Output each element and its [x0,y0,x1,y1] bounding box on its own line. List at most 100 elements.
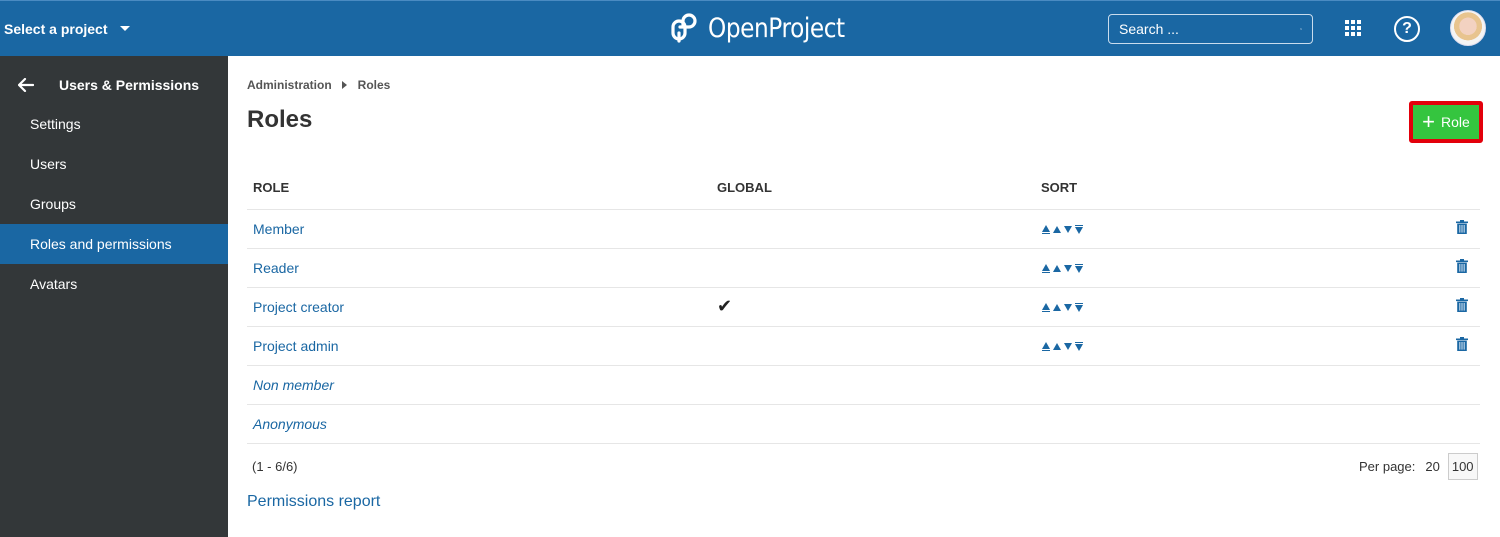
search-input[interactable] [1119,21,1300,37]
sidebar-header[interactable]: Users & Permissions [0,70,228,100]
top-header: Select a project OpenProject ? [0,0,1500,56]
openproject-logo-icon [671,13,697,43]
table-row: Project admin [247,326,1480,366]
chevron-down-icon [119,26,130,31]
sidebar-item-label: Settings [30,116,81,132]
move-to-bottom-icon[interactable] [1074,224,1084,234]
role-link[interactable]: Anonymous [253,416,327,432]
global-cell [711,326,1035,366]
move-to-bottom-icon[interactable] [1074,302,1084,312]
checkmark-icon: ✔ [717,296,733,316]
table-row: Project creator ✔ [247,287,1480,327]
modules-grid-icon[interactable] [1345,20,1361,36]
role-link[interactable]: Member [253,221,304,237]
role-link[interactable]: Reader [253,260,299,276]
role-link[interactable]: Non member [253,377,334,393]
breadcrumb: Administration Roles [247,78,390,92]
pagination-info: (1 - 6/6) [252,459,298,474]
page-title: Roles [247,106,313,133]
move-down-icon[interactable] [1063,264,1073,273]
role-link[interactable]: Project admin [253,338,339,354]
sidebar-item-label: Groups [30,196,76,212]
global-cell [711,209,1035,249]
sidebar-item-label: Avatars [30,276,78,292]
sidebar-item-label: Roles and permissions [30,236,172,252]
sort-cell [1035,248,1435,288]
breadcrumb-administration[interactable]: Administration [247,78,332,92]
sidebar-title: Users & Permissions [59,77,200,93]
move-to-bottom-icon[interactable] [1074,341,1084,351]
openproject-logo[interactable]: OpenProject [668,11,867,45]
actions-cell [1435,365,1480,405]
sidebar-item-label: Users [30,156,67,172]
column-header-role: ROLE [247,166,711,210]
move-up-icon[interactable] [1052,342,1062,351]
actions-cell [1435,209,1480,249]
project-selector[interactable]: Select a project [4,1,130,56]
per-page-selector: Per page: 20 100 [1359,453,1478,480]
actions-cell [1435,287,1480,327]
column-header-actions [1435,166,1480,210]
trash-icon[interactable] [1456,298,1468,312]
role-name-cell: Reader [247,248,711,288]
per-page-option-20[interactable]: 20 [1425,459,1439,474]
trash-icon[interactable] [1456,337,1468,351]
actions-cell [1435,404,1480,444]
sort-cell [1035,209,1435,249]
sort-controls [1041,302,1084,312]
global-cell [711,248,1035,288]
move-down-icon[interactable] [1063,225,1073,234]
roles-table: ROLE GLOBAL SORT Member Reader Project cre… [247,166,1480,444]
move-down-icon[interactable] [1063,303,1073,312]
sidebar-item-users[interactable]: Users [0,144,228,184]
back-arrow-icon[interactable] [18,78,34,92]
sort-cell [1035,404,1435,444]
move-up-icon[interactable] [1052,264,1062,273]
search-icon[interactable] [1300,20,1302,38]
project-selector-label: Select a project [4,20,108,37]
role-name-cell: Non member [247,365,711,405]
role-link[interactable]: Project creator [253,299,344,315]
sidebar-item-roles-and-permissions[interactable]: Roles and permissions [0,224,228,264]
permissions-report-link[interactable]: Permissions report [247,493,380,511]
global-cell [711,404,1035,444]
sidebar-item-groups[interactable]: Groups [0,184,228,224]
search-box[interactable] [1108,14,1313,44]
move-to-top-icon[interactable] [1041,341,1051,351]
per-page-label: Per page: [1359,459,1416,474]
per-page-option-100[interactable]: 100 [1447,453,1478,480]
table-row: Anonymous [247,404,1480,444]
sort-controls [1041,341,1084,351]
add-role-label: Role [1441,114,1470,130]
role-name-cell: Project creator [247,287,711,327]
role-name-cell: Project admin [247,326,711,366]
actions-cell [1435,326,1480,366]
move-to-bottom-icon[interactable] [1074,263,1084,273]
move-to-top-icon[interactable] [1041,302,1051,312]
trash-icon[interactable] [1456,220,1468,234]
sidebar: Users & Permissions Settings Users Group… [0,56,228,537]
role-name-cell: Anonymous [247,404,711,444]
add-role-highlight: + Role [1409,101,1483,143]
breadcrumb-roles: Roles [357,78,391,92]
column-header-sort: SORT [1035,166,1435,210]
sidebar-item-avatars[interactable]: Avatars [0,264,228,304]
move-up-icon[interactable] [1052,225,1062,234]
help-icon[interactable]: ? [1394,16,1420,42]
sort-controls [1041,263,1084,273]
sort-cell [1035,365,1435,405]
trash-icon[interactable] [1456,259,1468,273]
column-header-global: GLOBAL [711,166,1035,210]
global-cell: ✔ [711,287,1035,327]
move-up-icon[interactable] [1052,303,1062,312]
move-to-top-icon[interactable] [1041,224,1051,234]
move-to-top-icon[interactable] [1041,263,1051,273]
add-role-button[interactable]: + Role [1413,105,1479,139]
sort-controls [1041,224,1084,234]
role-name-cell: Member [247,209,711,249]
breadcrumb-separator-icon [341,81,347,89]
sidebar-item-settings[interactable]: Settings [0,104,228,144]
move-down-icon[interactable] [1063,342,1073,351]
help-symbol: ? [1402,20,1412,37]
user-avatar[interactable] [1450,10,1486,46]
